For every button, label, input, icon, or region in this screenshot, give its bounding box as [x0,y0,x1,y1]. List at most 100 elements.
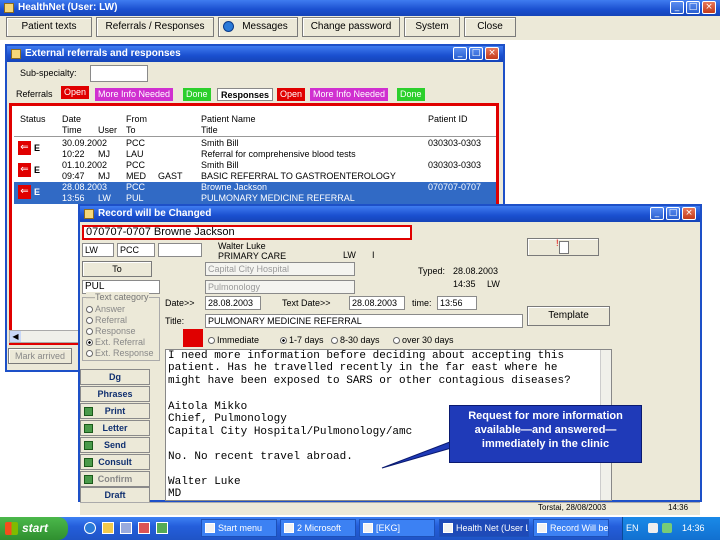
row-to: PUL [126,193,144,203]
title-field[interactable]: PULMONARY MEDICINE REFERRAL [205,314,523,328]
to-button[interactable]: To [82,261,152,277]
task-window-icon [537,523,547,533]
from-field[interactable]: PCC [117,243,155,257]
urgency-1-7-days[interactable]: 1-7 days [280,335,324,345]
quick-launch-desktop-icon[interactable] [120,522,132,534]
tab-responses-done[interactable]: Done [397,88,425,101]
taskbar-item[interactable]: 2 Microsoft [280,519,356,537]
row-user: LW [98,193,111,203]
mark-arrived-button[interactable]: Mark arrived [8,348,72,364]
category-referral[interactable]: Referral [86,315,127,325]
radio-icon [208,337,215,344]
menu-messages[interactable]: Messages [218,17,298,37]
category-ext-referral[interactable]: Ext. Referral [86,337,145,347]
user-field[interactable]: LW [82,243,114,257]
category-answer-label: Answer [95,304,126,314]
taskbar-item[interactable]: [EKG] [359,519,435,537]
dialog-minimize-icon[interactable]: _ [650,207,664,220]
category-response-label: Response [95,326,136,336]
minimize-icon[interactable]: _ [670,1,684,14]
tab-referrals[interactable]: Referrals [13,88,56,101]
tab-responses-open[interactable]: Open [277,88,306,101]
category-ext-response[interactable]: Ext. Response [86,348,154,358]
taskbar-item[interactable]: Record Will be Changed [533,519,609,537]
tray-icon[interactable] [662,523,672,533]
tray-icon[interactable] [648,523,658,533]
row-id: 030303-0303 [428,138,482,148]
dialog-close-icon[interactable]: × [682,207,696,220]
tab-responses-more-info[interactable]: More Info Needed [310,88,389,101]
taskbar-item-label: 2 Microsoft [297,523,342,533]
category-answer[interactable]: Answer [86,304,125,314]
horizontal-scrollbar[interactable]: ◀ [9,330,81,343]
text-category-label: —Text category [86,292,149,302]
header-divider [14,136,496,137]
menu-system[interactable]: System [404,17,460,37]
memo-line: MD [168,488,182,500]
callout-box: Request for more information available—a… [449,405,642,463]
maximize-icon[interactable]: □ [686,1,700,14]
row-status: E [34,143,41,153]
taskbar-item[interactable]: Start menu [201,519,277,537]
category-response[interactable]: Response [86,326,136,336]
dg-button[interactable]: Dg [80,369,150,385]
referrals-close-icon[interactable]: × [485,47,499,60]
send-button[interactable]: Send [80,437,150,453]
urgency-immediate-label: Immediate [217,335,260,345]
menu-patient-texts[interactable]: Patient texts [6,17,92,37]
row-date: 28.08.2003 [62,182,108,192]
menu-referrals-responses[interactable]: Referrals / Responses [96,17,214,37]
typed-user: LW [487,279,500,289]
start-button[interactable]: start [0,517,68,540]
col-from: From [126,114,147,124]
patient-field[interactable]: 070707-0707 Browne Jackson [82,225,412,240]
referrals-maximize-icon[interactable]: □ [469,47,483,60]
memo-line: Capital City Hospital/Pulmonology/amc [168,426,413,438]
row-name: Smith Bill [201,138,239,148]
col-to: To [126,125,136,135]
tab-referrals-more-info[interactable]: More Info Needed [95,88,174,101]
radio-selected-icon [280,337,287,344]
consult-button[interactable]: Consult [80,454,150,470]
title-label: Title: [165,316,185,326]
confirm-button[interactable]: Confirm [80,471,150,487]
urgency-immediate[interactable]: Immediate [208,335,259,345]
app-icon [4,3,14,13]
to-dept-field: Pulmonology [205,280,355,294]
arrow-left-icon: ⇐ [18,141,31,155]
row-name: Smith Bill [201,160,239,170]
language-indicator[interactable]: EN [626,523,639,533]
taskbar-item-active[interactable]: Health Net (User LW) [439,519,529,537]
row-to: MED [126,171,146,181]
referrals-minimize-icon[interactable]: _ [453,47,467,60]
tab-referrals-open[interactable]: Open [61,86,90,99]
row-title: Referral for comprehensive blood tests [201,149,356,159]
phrases-button[interactable]: Phrases [80,386,150,402]
dialog-status-bar [80,502,700,515]
tab-referrals-done[interactable]: Done [183,88,211,101]
print-button-label: Print [104,406,126,416]
print-button[interactable]: Print [80,403,150,419]
template-button[interactable]: Template [527,306,610,326]
date-field[interactable]: 28.08.2003 [205,296,261,310]
letter-button[interactable]: Letter [80,420,150,436]
quick-launch-ie-icon[interactable] [84,522,96,534]
row-user: MJ [98,171,110,181]
urgency-8-30-days[interactable]: 8-30 days [331,335,380,345]
quick-launch-app-icon[interactable] [138,522,150,534]
quick-launch-media-icon[interactable] [102,522,114,534]
close-icon[interactable]: × [702,1,716,14]
dialog-maximize-icon[interactable]: □ [666,207,680,220]
scroll-left-icon[interactable]: ◀ [10,331,21,342]
subspecialty-field[interactable] [90,65,148,82]
time-field[interactable]: 13:56 [437,296,477,310]
menu-close[interactable]: Close [464,17,516,37]
tab-responses[interactable]: Responses [217,88,274,101]
attachment-button[interactable]: ! [527,238,599,256]
urgency-over-30-days[interactable]: over 30 days [393,335,454,345]
quick-launch-tool-icon[interactable] [156,522,168,534]
draft-button[interactable]: Draft [80,487,150,503]
from-extra-field[interactable] [158,243,202,257]
menu-change-password[interactable]: Change password [302,17,400,37]
text-date-field[interactable]: 28.08.2003 [349,296,405,310]
